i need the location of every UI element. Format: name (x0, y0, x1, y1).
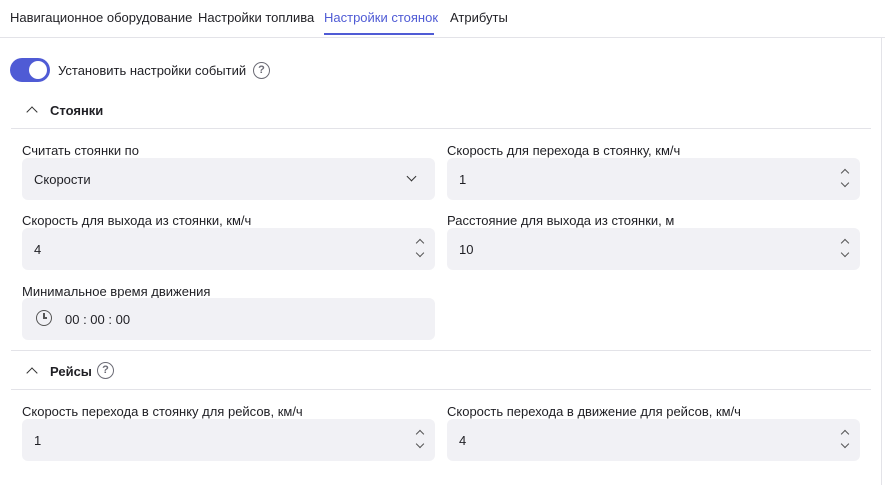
spinner-icon[interactable] (840, 167, 850, 191)
distance-exit-stop-input[interactable]: 10 (447, 228, 860, 270)
trips-speed-to-move-label: Скорость перехода в движение для рейсов,… (447, 404, 741, 419)
distance-exit-stop-value: 10 (459, 242, 474, 257)
trips-speed-to-move-value: 4 (459, 433, 467, 448)
min-move-time-label: Минимальное время движения (22, 284, 211, 299)
events-help-icon[interactable]: ? (253, 62, 270, 79)
trips-speed-to-stop-value: 1 (34, 433, 42, 448)
count-stops-by-value: Скорости (34, 172, 91, 187)
tab-stop-settings[interactable]: Настройки стоянок (324, 10, 438, 25)
speed-to-stop-label: Скорость для перехода в стоянку, км/ч (447, 143, 681, 158)
stops-divider (11, 128, 871, 129)
chevron-down-icon (406, 171, 417, 182)
speed-exit-stop-label: Скорость для выхода из стоянки, км/ч (22, 213, 252, 228)
spinner-icon[interactable] (415, 237, 425, 261)
tab-bar: Навигационное оборудование Настройки топ… (0, 0, 885, 38)
speed-exit-stop-value: 4 (34, 242, 42, 257)
trips-section-title[interactable]: Рейсы (50, 364, 92, 379)
spinner-icon[interactable] (840, 428, 850, 452)
stops-collapse-chevron-icon[interactable] (26, 106, 38, 118)
speed-to-stop-input[interactable]: 1 (447, 158, 860, 200)
active-tab-indicator (324, 33, 434, 35)
tab-fuel-settings[interactable]: Настройки топлива (198, 10, 314, 25)
trips-speed-to-stop-input[interactable]: 1 (22, 419, 435, 461)
min-move-time-value: 00 : 00 : 00 (65, 312, 131, 327)
clock-icon (36, 310, 52, 326)
trips-speed-to-stop-label: Скорость перехода в стоянку для рейсов, … (22, 404, 303, 419)
events-settings-label: Установить настройки событий (58, 63, 247, 78)
right-divider (881, 37, 882, 485)
stops-section-title[interactable]: Стоянки (50, 103, 103, 118)
events-settings-toggle[interactable] (10, 58, 50, 82)
trips-divider (11, 389, 871, 390)
tab-attributes[interactable]: Атрибуты (450, 10, 508, 25)
spinner-icon[interactable] (415, 428, 425, 452)
distance-exit-stop-label: Расстояние для выхода из стоянки, м (447, 213, 675, 228)
speed-to-stop-value: 1 (459, 172, 467, 187)
spinner-icon[interactable] (840, 237, 850, 261)
trips-top-divider (11, 350, 871, 351)
min-move-time-input[interactable]: 00 : 00 : 00 (22, 298, 435, 340)
count-stops-by-select[interactable]: Скорости (22, 158, 435, 200)
tab-navigation-equipment[interactable]: Навигационное оборудование (10, 10, 192, 25)
toggle-knob (29, 61, 47, 79)
trips-help-icon[interactable]: ? (97, 362, 114, 379)
speed-exit-stop-input[interactable]: 4 (22, 228, 435, 270)
count-stops-by-label: Считать стоянки по (22, 143, 139, 158)
trips-collapse-chevron-icon[interactable] (26, 367, 38, 379)
trips-speed-to-move-input[interactable]: 4 (447, 419, 860, 461)
